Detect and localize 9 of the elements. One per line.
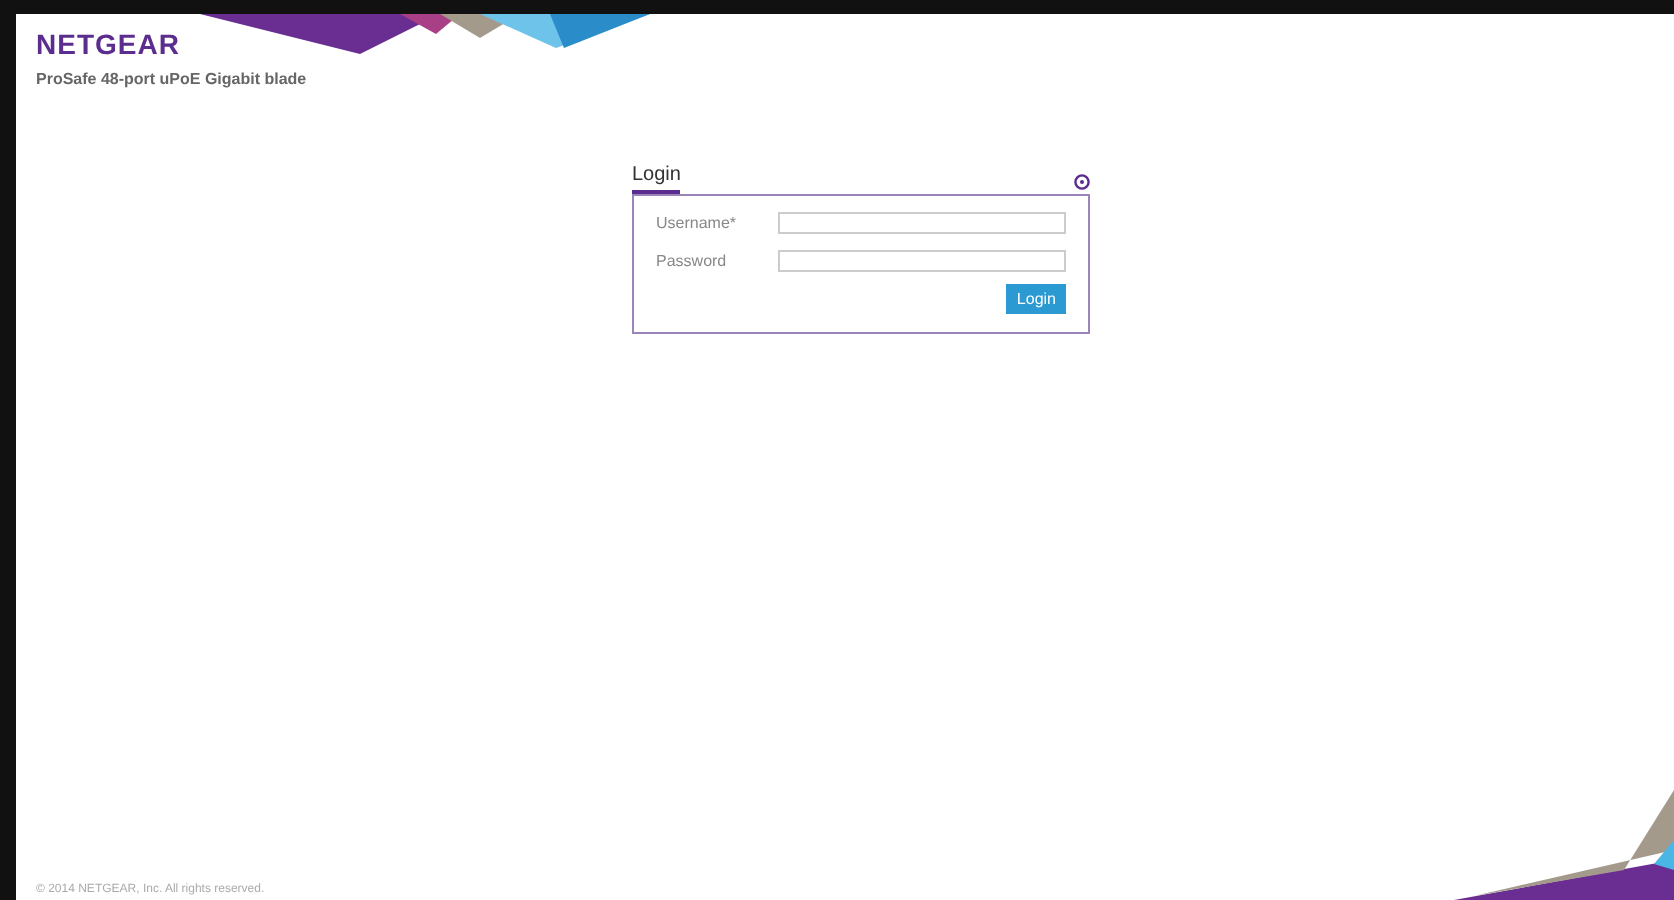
field-label: Username* xyxy=(656,214,739,232)
input-field[interactable] xyxy=(778,250,1066,272)
netgear-logo: NETGEAR xyxy=(36,28,180,60)
field-label: Password xyxy=(656,252,729,270)
login-title: Login xyxy=(632,164,681,194)
login-button[interactable]: Login xyxy=(1006,284,1066,314)
product-name: ProSafe 48-port uPoE Gigabit blade xyxy=(36,70,307,88)
input-field[interactable] xyxy=(778,212,1066,234)
help-icon[interactable] xyxy=(1074,174,1090,190)
